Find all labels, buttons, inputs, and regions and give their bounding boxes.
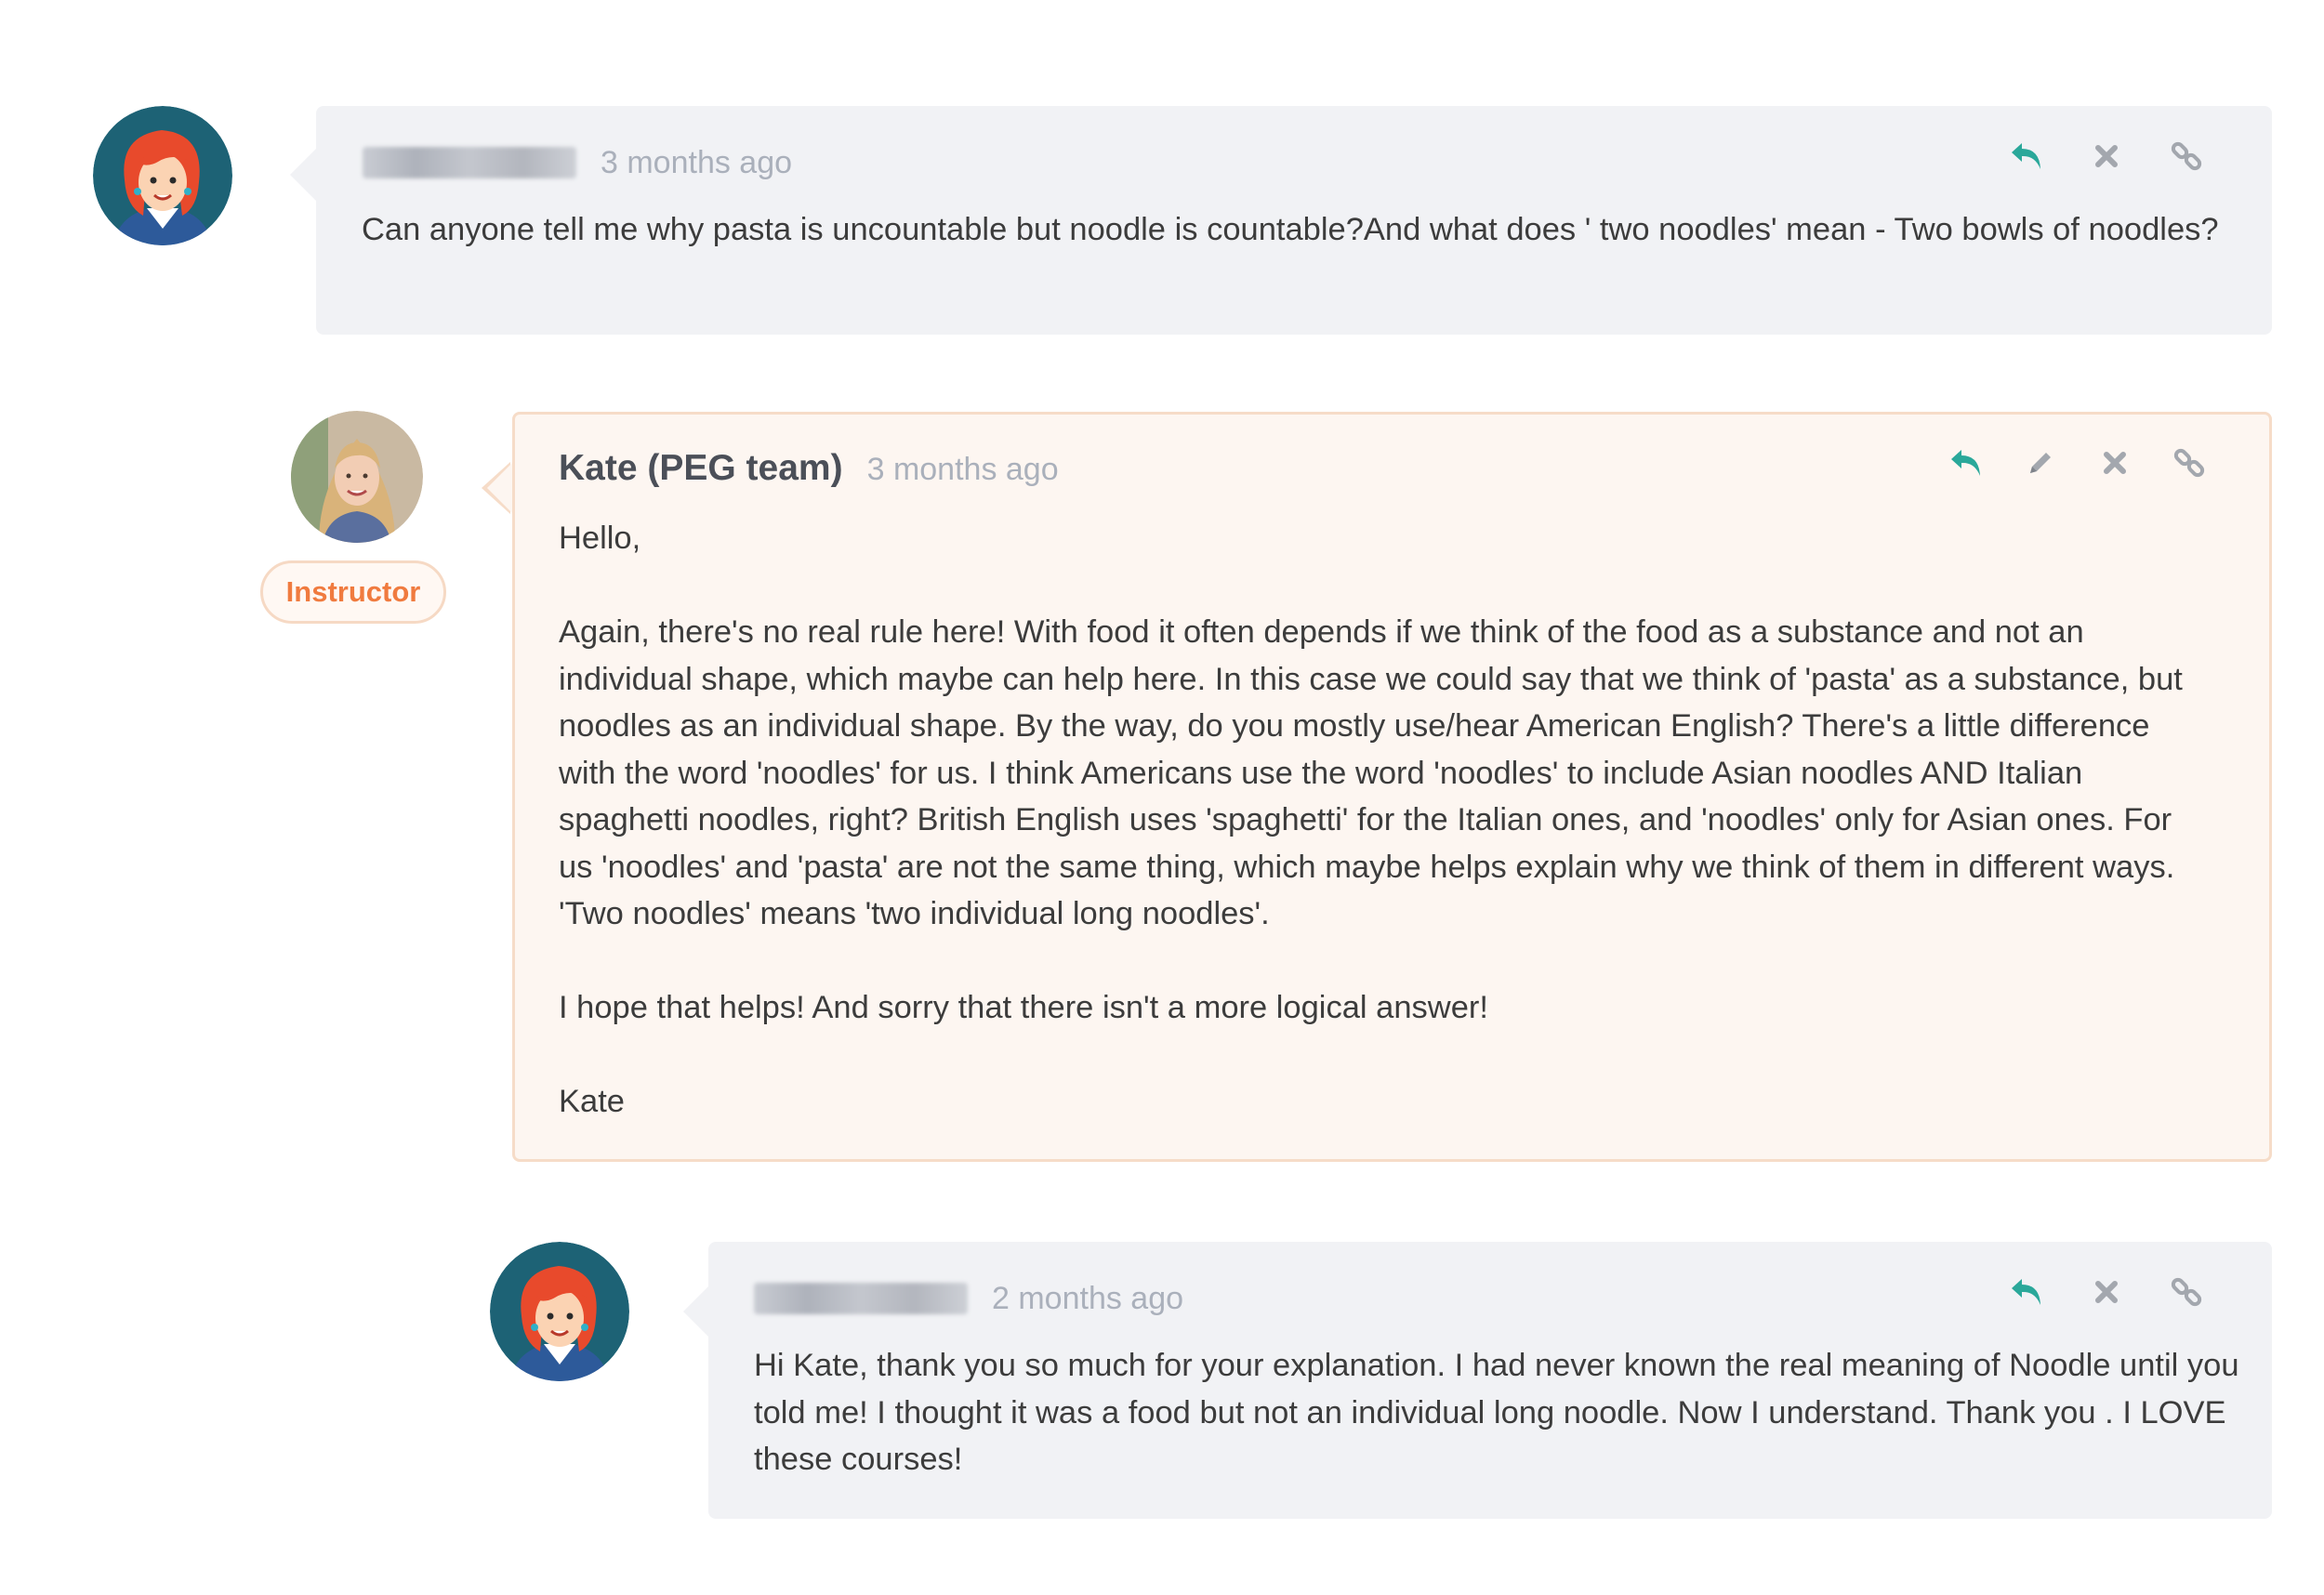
comment-paragraph: Hi Kate, thank you so much for your expl… xyxy=(754,1348,2239,1477)
delete-icon[interactable] xyxy=(2086,136,2127,177)
comment-actions xyxy=(1946,442,2210,483)
avatar-user[interactable] xyxy=(93,106,232,245)
bubble-tail xyxy=(683,1285,709,1338)
author-name-redacted xyxy=(363,147,576,178)
avatar-instructor[interactable] xyxy=(291,411,423,543)
author-name-redacted xyxy=(754,1283,968,1314)
instructor-photo-icon xyxy=(291,411,423,543)
delete-icon[interactable] xyxy=(2086,1272,2127,1312)
comment-meta: 2 months ago xyxy=(754,1277,1183,1317)
author-name[interactable]: Kate (PEG team) xyxy=(559,448,843,489)
comment-paragraph: Hello, xyxy=(559,521,641,556)
comment-paragraph: Can anyone tell me why pasta is uncounta… xyxy=(362,212,2219,247)
edit-icon[interactable] xyxy=(2020,442,2061,483)
reply-icon[interactable] xyxy=(2006,1272,2047,1312)
link-icon[interactable] xyxy=(2166,1272,2207,1312)
comment-paragraph: Kate xyxy=(559,1084,625,1119)
comment-timestamp: 3 months ago xyxy=(866,452,1059,487)
comment-actions xyxy=(2006,136,2207,177)
avatar-user[interactable] xyxy=(490,1242,629,1381)
comment-body: Hello, Again, there's no real rule here!… xyxy=(559,515,2213,1126)
cartoon-woman-avatar-icon xyxy=(490,1242,629,1381)
link-icon[interactable] xyxy=(2169,442,2210,483)
comment-timestamp: 3 months ago xyxy=(601,145,793,180)
comment-meta: 3 months ago xyxy=(363,141,792,181)
instructor-badge: Instructor xyxy=(260,560,446,624)
comment-paragraph: Again, there's no real rule here! With f… xyxy=(559,614,2183,931)
reply-icon[interactable] xyxy=(1946,442,1987,483)
cartoon-woman-avatar-icon xyxy=(93,106,232,245)
comment-body: Hi Kate, thank you so much for your expl… xyxy=(754,1342,2241,1483)
comment-paragraph: I hope that helps! And sorry that there … xyxy=(559,990,1488,1025)
comment-meta: Kate (PEG team) 3 months ago xyxy=(559,448,1059,489)
delete-icon[interactable] xyxy=(2094,442,2135,483)
reply-icon[interactable] xyxy=(2006,136,2047,177)
bubble-tail xyxy=(290,149,316,201)
comment-actions xyxy=(2006,1272,2207,1312)
bubble-tail xyxy=(487,462,513,514)
comment-timestamp: 2 months ago xyxy=(992,1281,1184,1316)
link-icon[interactable] xyxy=(2166,136,2207,177)
comment-body: Can anyone tell me why pasta is uncounta… xyxy=(362,206,2230,254)
